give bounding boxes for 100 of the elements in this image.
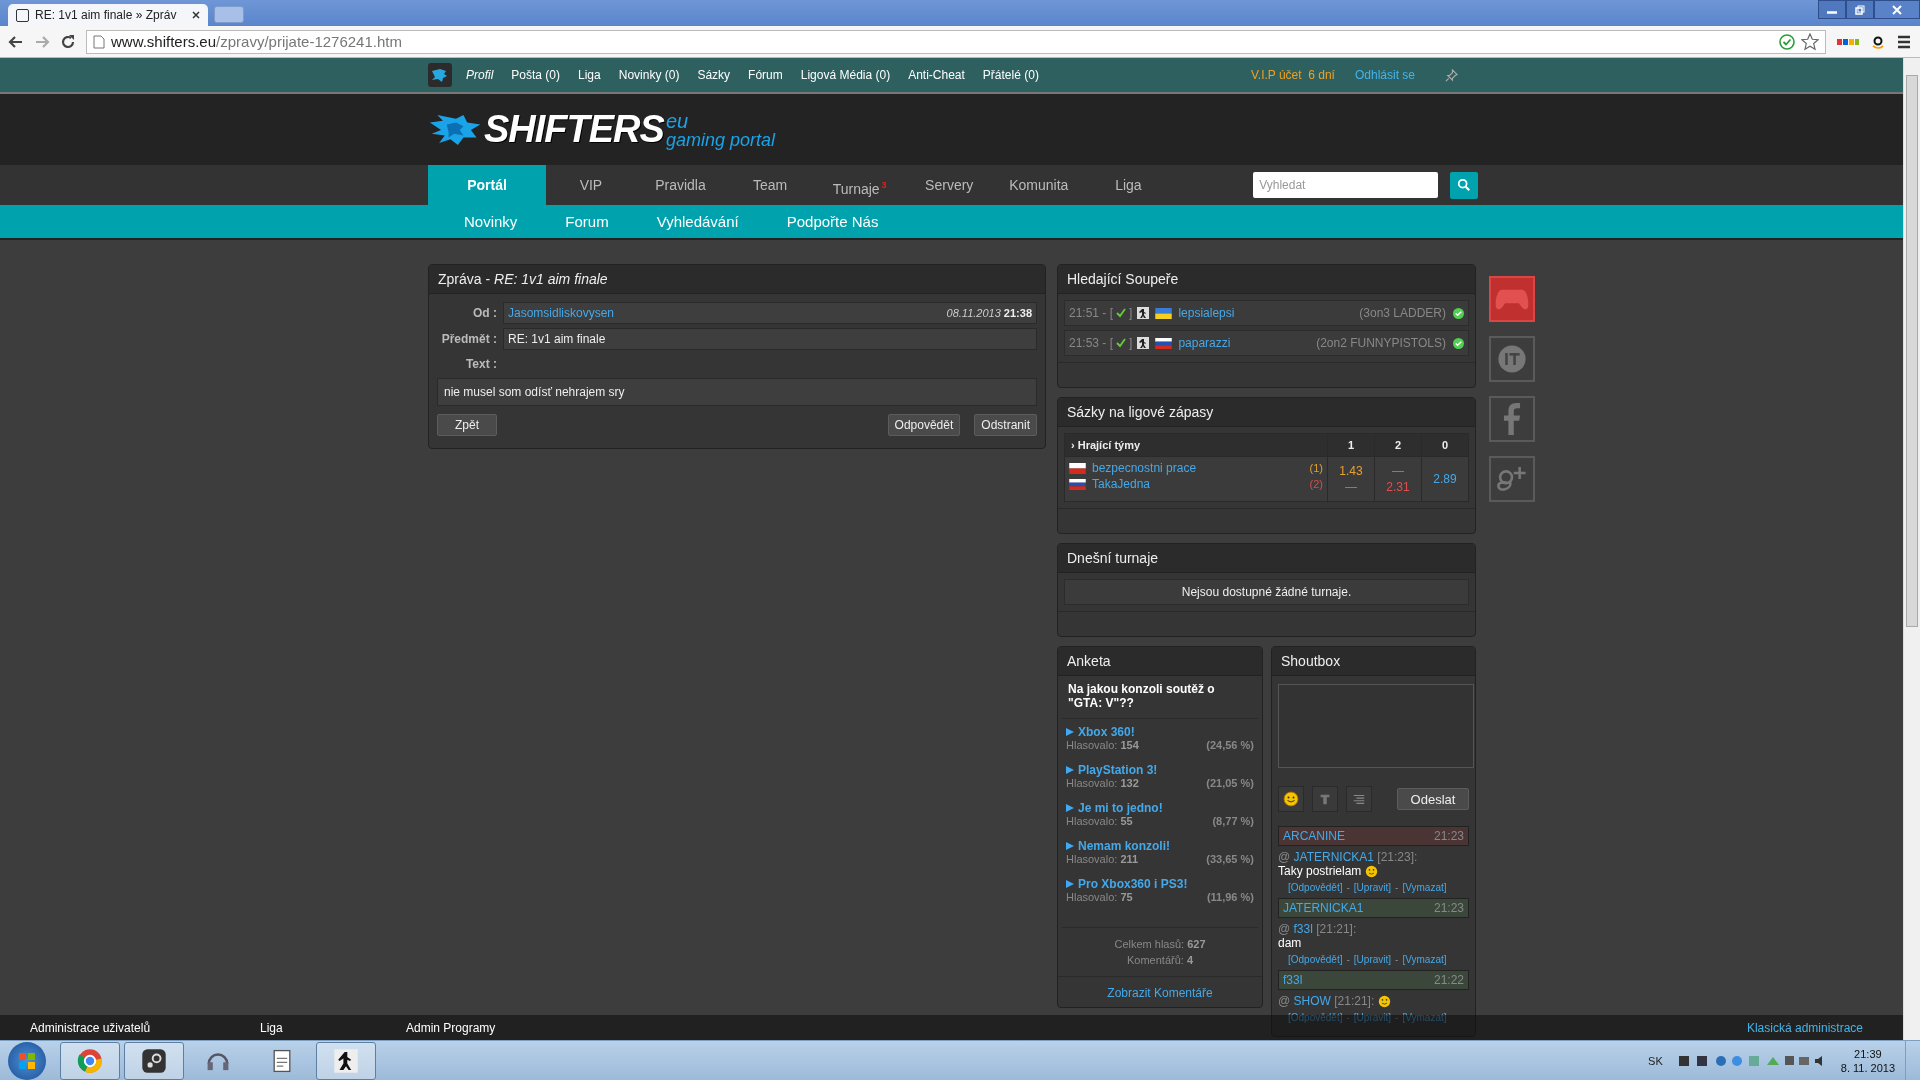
vote-percent: (11,96 %) <box>1206 891 1254 903</box>
vip-status[interactable]: V.I.P účet 6 dní <box>1250 68 1335 82</box>
scrollbar[interactable] <box>1903 58 1920 1040</box>
reply-button[interactable]: Odpovědět <box>887 414 961 436</box>
odds-value[interactable]: 2.31 <box>1386 479 1410 495</box>
send-button[interactable]: Odeslat <box>1397 788 1469 810</box>
field-label: Předmět : <box>440 332 497 346</box>
close-icon[interactable] <box>192 11 200 19</box>
smiley-icon <box>1283 791 1299 807</box>
main-nav-tab[interactable]: Pravidla <box>635 165 726 205</box>
main-nav-tab[interactable]: Liga <box>1083 165 1174 205</box>
sub-nav-link[interactable]: Podpořte Nás <box>786 213 879 230</box>
star-icon[interactable] <box>1801 32 1819 51</box>
logo-text[interactable]: SHIFTERS <box>484 108 664 151</box>
pin-icon[interactable] <box>1445 68 1458 82</box>
shout-input[interactable] <box>1278 684 1474 768</box>
sub-nav-link[interactable]: Novinky <box>464 213 518 230</box>
column-header: › Hrající týmy <box>1071 439 1141 451</box>
subject-field: RE: 1v1 aim finale <box>503 328 1037 350</box>
close-window-button[interactable] <box>1874 0 1920 19</box>
odds-value[interactable]: 1.43 <box>1339 463 1363 479</box>
poll-option[interactable]: Je mi to jedno! <box>1078 801 1163 815</box>
poll-option[interactable]: Xbox 360! <box>1078 725 1135 739</box>
odds-value[interactable]: — <box>1392 463 1404 479</box>
social-button[interactable] <box>1489 336 1535 382</box>
shout-action-link[interactable]: [Odpovědět] <box>1288 882 1343 893</box>
align-button[interactable] <box>1346 786 1372 812</box>
poll-option[interactable]: PlayStation 3! <box>1078 763 1158 777</box>
odds-value[interactable]: — <box>1345 479 1357 495</box>
shout-action-link[interactable]: [Odpovědět] <box>1288 954 1343 965</box>
logo-suffix[interactable]: eu <box>665 110 775 131</box>
format-button[interactable] <box>1312 786 1338 812</box>
delete-button[interactable]: Odstranit <box>974 414 1037 436</box>
google-plus-button[interactable] <box>1489 456 1535 502</box>
main-nav-tab[interactable]: Komunita <box>994 165 1084 205</box>
player-link[interactable]: lepsialepsi <box>1178 306 1235 320</box>
back-icon[interactable] <box>8 33 24 50</box>
panel-title: Anketa <box>1067 653 1111 669</box>
separator-text: - <box>1346 882 1350 893</box>
top-menu-link[interactable]: Liga <box>578 68 601 82</box>
top-menu-link[interactable]: Novinky (0) <box>618 68 680 82</box>
main-nav-tab[interactable]: Turnaje$^{3}$ <box>814 165 905 205</box>
shout-text: dam <box>1278 936 1302 950</box>
dragon-logo-icon[interactable] <box>428 63 452 87</box>
admin-link[interactable]: Klasická administrace <box>1746 1020 1863 1035</box>
admin-link[interactable]: Liga <box>260 1020 406 1035</box>
triangle-icon <box>1066 728 1074 736</box>
shout-action-link[interactable]: [Vymazat] <box>1402 954 1447 965</box>
vote-count: Hlasovalo: 154 <box>1066 739 1139 751</box>
taskbar-button[interactable] <box>316 1041 376 1080</box>
windows-logo-icon <box>17 1050 37 1071</box>
menu-icon[interactable] <box>1896 33 1912 50</box>
restore-button[interactable] <box>1846 0 1874 19</box>
show-comments-link[interactable]: Zobrazit Komentáře <box>1107 986 1213 1000</box>
shout-action-link[interactable]: [Vymazat] <box>1402 882 1447 893</box>
odds-value[interactable]: 2.89 <box>1433 471 1457 487</box>
top-menu-link[interactable]: Ligová Média (0) <box>800 68 891 82</box>
minimize-button[interactable] <box>1818 0 1846 19</box>
top-menu-link[interactable]: Fórum <box>748 68 783 82</box>
team-link[interactable]: TakaJedna <box>1092 477 1151 491</box>
language-indicator[interactable]: SK <box>1648 1054 1663 1067</box>
team-seed: (1) <box>1309 462 1323 474</box>
taskbar-button[interactable] <box>124 1041 184 1080</box>
admin-link[interactable]: Administrace uživatelů <box>30 1020 260 1035</box>
admin-link[interactable]: Admin Programy <box>406 1020 636 1035</box>
browser-tab[interactable]: RE: 1v1 aim finale » Zpráv <box>8 4 208 26</box>
emoticon-button[interactable] <box>1278 786 1304 812</box>
main-nav-tab[interactable]: Servery <box>904 165 994 205</box>
search-button[interactable] <box>1450 171 1478 199</box>
shout-action-link[interactable]: [Upravit] <box>1353 954 1392 965</box>
author-link[interactable]: ARCANINE <box>1283 829 1345 843</box>
browser-icon <box>77 1047 103 1074</box>
reload-icon[interactable] <box>60 33 76 50</box>
sender-link[interactable]: Jasomsidliskovysen <box>508 306 615 320</box>
top-menu-link[interactable]: Anti-Cheat <box>908 68 965 82</box>
main-nav-tab[interactable]: VIP <box>546 165 636 205</box>
top-menu-link[interactable]: Sázky <box>697 68 731 82</box>
top-menu-link[interactable]: Pošta (0) <box>511 68 561 82</box>
search-field[interactable]: Vyhledat <box>1253 172 1439 198</box>
author-link[interactable]: JATERNICKA1 <box>1283 901 1364 915</box>
sub-nav-link[interactable]: Vyhledávání <box>656 213 739 230</box>
player-link[interactable]: paparazzi <box>1178 336 1231 350</box>
back-button[interactable]: Zpět <box>437 414 497 436</box>
poll-option[interactable]: Pro Xbox360 i PS3! <box>1078 877 1188 891</box>
team-link[interactable]: bezpecnostni prace <box>1092 461 1197 475</box>
logout-link[interactable]: Odhlásit se <box>1354 68 1415 82</box>
top-menu-link[interactable]: Přátelé (0) <box>982 68 1039 82</box>
address-field[interactable]: www.shifters.eu/zpravy/prijate-1276241.htm <box>86 29 1826 54</box>
shout-action-link[interactable]: [Upravit] <box>1353 882 1392 893</box>
main-nav-tab[interactable]: Portál <box>428 165 547 205</box>
sub-nav-link[interactable]: Forum <box>565 213 609 230</box>
main-nav-tab[interactable]: Team <box>725 165 815 205</box>
top-menu-link[interactable]: Profil <box>466 68 494 82</box>
match-mode: (3on3 LADDER) <box>1359 306 1446 320</box>
clock[interactable]: 21:39 8. 11. 2013 <box>1840 1046 1895 1075</box>
author-link[interactable]: f33l <box>1283 973 1303 987</box>
start-button[interactable] <box>8 1041 46 1080</box>
facebook-button[interactable] <box>1489 396 1535 442</box>
poll-option[interactable]: Nemam konzoli! <box>1078 839 1170 853</box>
vote-percent: (33,65 %) <box>1206 853 1254 865</box>
